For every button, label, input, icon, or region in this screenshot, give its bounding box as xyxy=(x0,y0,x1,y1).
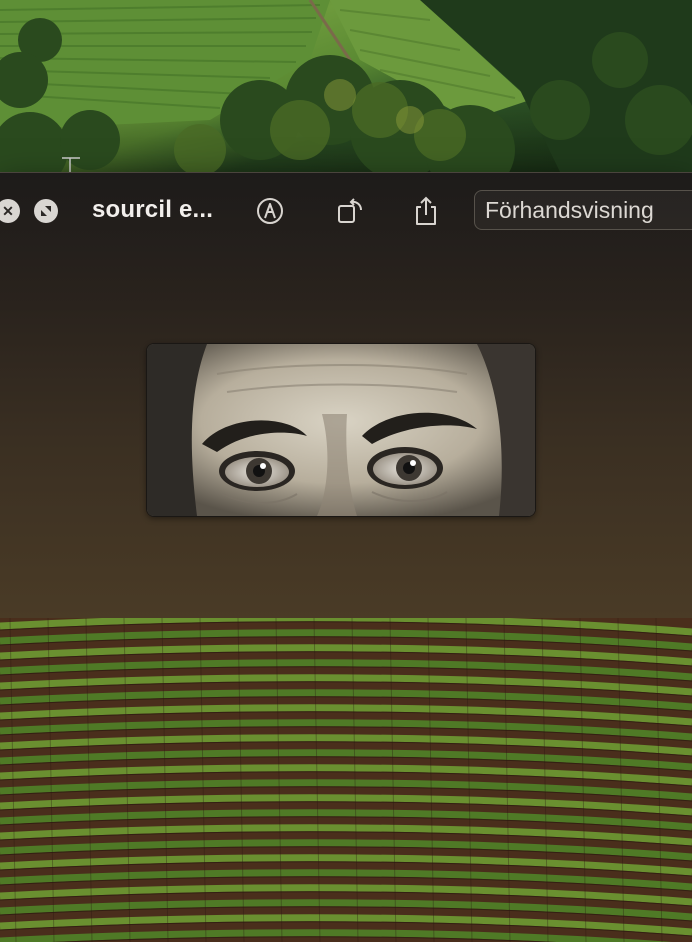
desktop-wallpaper-top xyxy=(0,0,692,172)
fullscreen-button[interactable] xyxy=(34,199,58,223)
rotate-left-icon xyxy=(338,198,362,223)
quicklook-window: ✕ sourcil e... Förhandsvisning xyxy=(0,172,692,620)
window-title: sourcil e... xyxy=(92,196,214,223)
vine-rows-image xyxy=(0,618,692,942)
open-with-preview-button[interactable]: Förhandsvisning xyxy=(474,190,692,230)
share-button[interactable] xyxy=(410,195,442,227)
hillside-vineyard-image xyxy=(0,0,692,172)
window-titlebar: ✕ sourcil e... Förhandsvisning xyxy=(0,173,692,247)
rotate-button[interactable] xyxy=(334,195,366,227)
close-icon: ✕ xyxy=(2,203,14,219)
close-button[interactable]: ✕ xyxy=(0,199,20,223)
fullscreen-icon xyxy=(41,206,51,216)
desktop-wallpaper-bottom xyxy=(0,618,692,942)
share-icon xyxy=(416,196,436,225)
eyes-photo xyxy=(147,344,535,516)
preview-image xyxy=(146,343,536,517)
markup-button[interactable] xyxy=(254,195,286,227)
markup-pen-icon xyxy=(257,198,283,224)
